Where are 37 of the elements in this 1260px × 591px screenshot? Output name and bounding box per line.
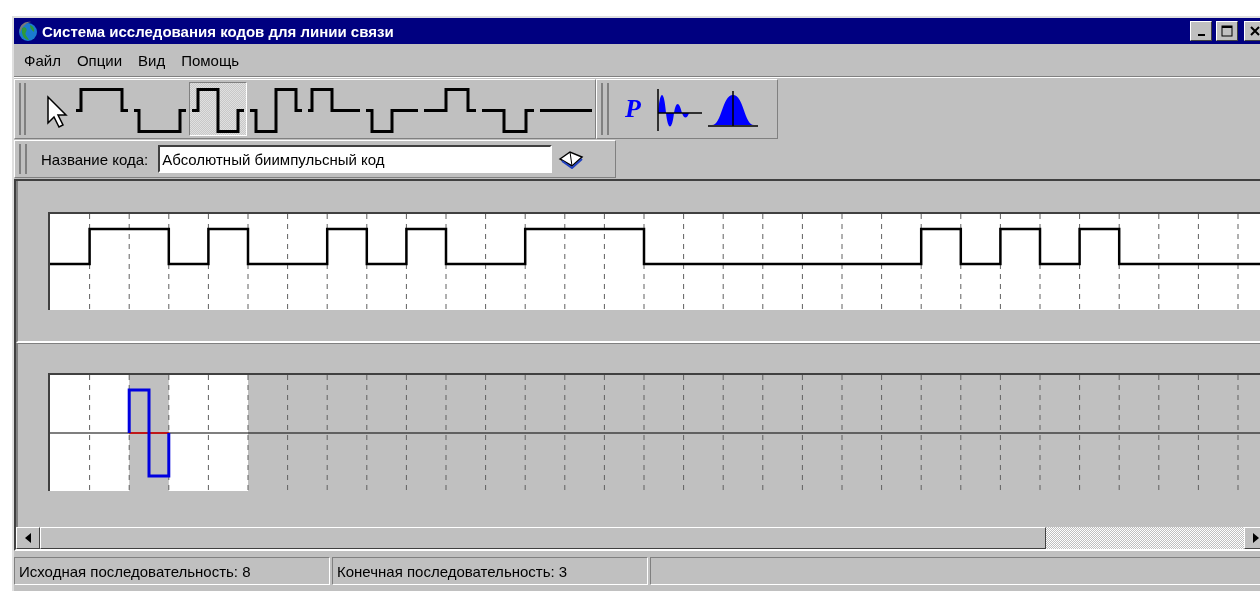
- waveform-icon: [134, 108, 186, 133]
- waveform-icon: [540, 108, 592, 112]
- toolbar-grip[interactable]: [19, 83, 26, 135]
- minimize-icon: [1197, 33, 1205, 36]
- waveform-icon: [482, 108, 534, 133]
- waveform-icon: [308, 87, 360, 112]
- waveform-icon: [250, 87, 302, 133]
- p-button[interactable]: P: [613, 82, 653, 136]
- status-pane: Конечная последовательность: 3: [332, 557, 648, 585]
- waveform-icon: [76, 87, 128, 112]
- code-tool-button[interactable]: [189, 82, 247, 136]
- damped-wave-icon: [656, 87, 702, 131]
- minimize-button[interactable]: [1190, 21, 1212, 41]
- scrollbar-thumb[interactable]: [40, 527, 1046, 549]
- window-title: Система исследования кодов для линии связи: [42, 22, 395, 40]
- code-name-field[interactable]: Абсолютный биимпульсный код: [158, 145, 553, 173]
- menu-item[interactable]: Файл: [16, 51, 69, 69]
- right-arrow-icon: [1253, 533, 1259, 543]
- waveform-icon: [192, 87, 244, 133]
- menu-item[interactable]: Помощь: [173, 51, 248, 69]
- status-pane: Исходная последовательность: 8: [14, 557, 330, 585]
- toolbar-grip[interactable]: [19, 144, 27, 174]
- close-button[interactable]: [1244, 21, 1260, 41]
- globe-icon: [16, 20, 38, 42]
- scroll-left-button[interactable]: [16, 527, 40, 549]
- menu-item[interactable]: Опции: [68, 51, 131, 69]
- menu-item[interactable]: Вид: [130, 51, 174, 69]
- book-icon: [558, 149, 585, 169]
- close-icon: [1250, 26, 1260, 36]
- maximize-icon: [1221, 25, 1233, 37]
- toolbar-grip[interactable]: [601, 83, 609, 135]
- waveform-icon: [366, 108, 418, 133]
- code-name-label: Название кода:: [41, 150, 149, 168]
- maximize-button[interactable]: [1216, 21, 1238, 41]
- bell-curve-icon: [708, 89, 758, 129]
- waveform-icon: [424, 87, 476, 112]
- left-arrow-icon: [25, 533, 31, 543]
